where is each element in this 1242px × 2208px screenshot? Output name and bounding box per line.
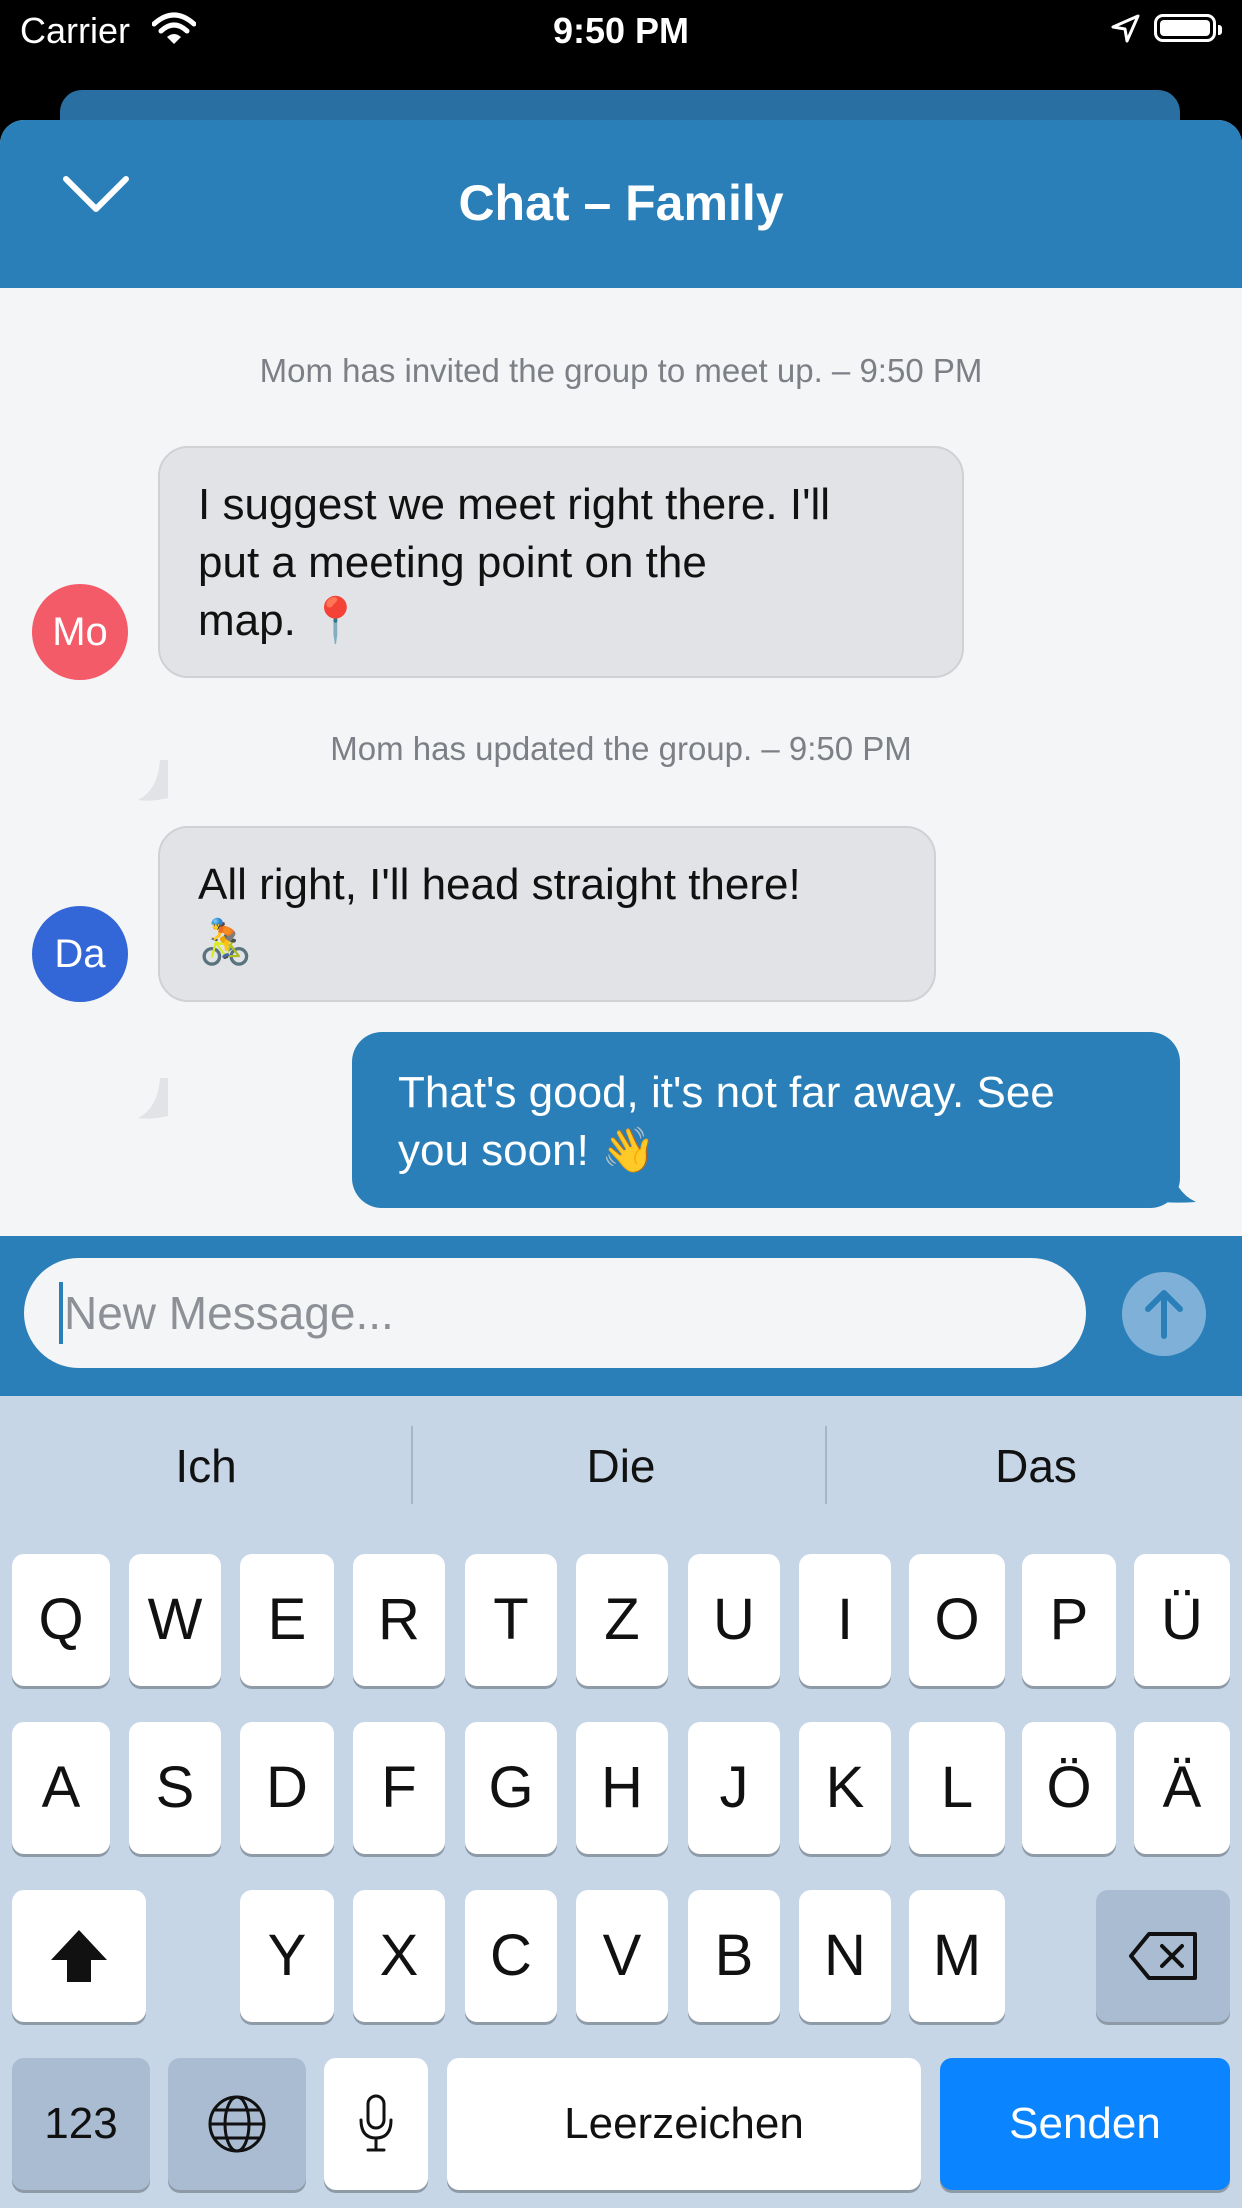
page-title: Chat – Family [458, 175, 784, 231]
message-bubble-incoming[interactable]: I suggest we meet right there. I'll put … [158, 446, 964, 678]
suggestion-divider [411, 1426, 413, 1504]
key[interactable]: J [688, 1722, 780, 1854]
key[interactable]: N [799, 1890, 891, 2022]
suggestion-divider [825, 1426, 827, 1504]
key[interactable]: G [465, 1722, 557, 1854]
bubble-tail [138, 1078, 168, 1119]
message-text-line: That's good, it's not far away. See [398, 1068, 1055, 1117]
text-caret [59, 1282, 63, 1344]
key[interactable]: Ä [1134, 1722, 1230, 1854]
arrow-up-icon [1145, 1290, 1183, 1339]
key[interactable]: Ü [1134, 1554, 1230, 1686]
key[interactable]: M [909, 1890, 1005, 2022]
battery-icon [1154, 14, 1222, 42]
delete-key[interactable] [1096, 1890, 1230, 2022]
key[interactable]: B [688, 1890, 780, 2022]
key[interactable]: W [129, 1554, 221, 1686]
message-bubble-incoming[interactable]: All right, I'll head straight there! 🚴 [158, 826, 936, 1002]
key[interactable]: Z [576, 1554, 668, 1686]
key[interactable]: S [129, 1722, 221, 1854]
key[interactable]: Ö [1022, 1722, 1116, 1854]
key[interactable]: H [576, 1722, 668, 1854]
avatar[interactable]: Mo [32, 584, 128, 680]
backspace-icon [1129, 1932, 1197, 1980]
status-bar: Carrier 9:50 PM [0, 0, 1242, 62]
key[interactable]: E [240, 1554, 334, 1686]
suggestion-item[interactable]: Das [830, 1426, 1242, 1506]
message-text-line: put a meeting point on the [198, 538, 707, 587]
location-arrow-icon [1111, 14, 1140, 43]
key[interactable]: X [353, 1890, 445, 2022]
message-text-line: I suggest we meet right there. I'll [198, 480, 831, 529]
dictation-key[interactable] [324, 2058, 428, 2190]
key[interactable]: L [909, 1722, 1005, 1854]
keyboard: Ich Die Das Q W E R T Z U I O P Ü A S D … [0, 1396, 1242, 2208]
numbers-key[interactable]: 123 [12, 2058, 150, 2190]
avatar[interactable]: Da [32, 906, 128, 1002]
key[interactable]: I [799, 1554, 891, 1686]
key[interactable]: Q [12, 1554, 110, 1686]
key[interactable]: K [799, 1722, 891, 1854]
key[interactable]: A [12, 1722, 110, 1854]
key[interactable]: P [1022, 1554, 1116, 1686]
key[interactable]: F [353, 1722, 445, 1854]
message-text-line: you soon! 👋 [398, 1126, 656, 1175]
space-key[interactable]: Leerzeichen [447, 2058, 921, 2190]
shift-key[interactable] [12, 1890, 146, 2022]
key[interactable]: R [353, 1554, 445, 1686]
message-bubble-outgoing[interactable]: That's good, it's not far away. See you … [352, 1032, 1180, 1208]
key[interactable]: V [576, 1890, 668, 2022]
suggestion-item[interactable]: Die [415, 1426, 827, 1506]
key[interactable]: C [465, 1890, 557, 2022]
send-button[interactable] [1122, 1272, 1206, 1356]
globe-icon [208, 2095, 266, 2153]
system-message: Mom has updated the group. – 9:50 PM [330, 730, 912, 767]
message-text-line: map. 📍 [198, 596, 363, 645]
key[interactable]: O [909, 1554, 1005, 1686]
globe-key[interactable] [168, 2058, 306, 2190]
send-key[interactable]: Senden [940, 2058, 1230, 2190]
system-message: Mom has invited the group to meet up. – … [259, 352, 983, 389]
status-time: 9:50 PM [552, 10, 690, 51]
shift-icon [51, 1930, 107, 1982]
suggestion-item[interactable]: Ich [0, 1426, 412, 1506]
key[interactable]: U [688, 1554, 780, 1686]
key[interactable]: D [240, 1722, 334, 1854]
microphone-icon [359, 2094, 393, 2152]
message-text-line: All right, I'll head straight there! [198, 860, 801, 909]
key[interactable]: Y [240, 1890, 334, 2022]
message-text-line: 🚴 [198, 918, 253, 967]
composer-bar [0, 1236, 1242, 1396]
message-input[interactable] [24, 1258, 1086, 1368]
key[interactable]: T [465, 1554, 557, 1686]
chat-header: Chat – Family [0, 120, 1242, 288]
